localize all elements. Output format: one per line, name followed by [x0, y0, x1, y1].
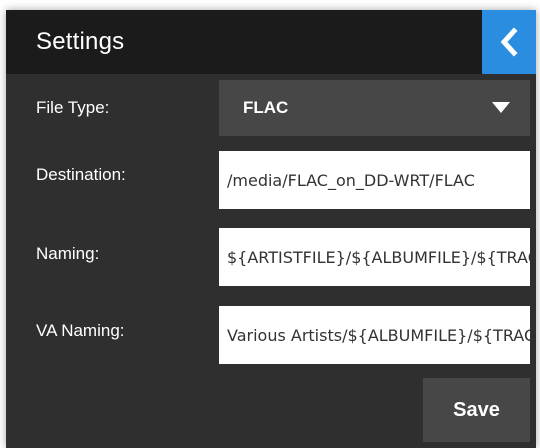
destination-label: Destination: — [36, 165, 126, 184]
va-naming-label: VA Naming: — [36, 321, 125, 340]
panel-title: Settings — [36, 28, 125, 55]
collapse-button[interactable] — [482, 10, 536, 74]
save-button[interactable]: Save — [423, 378, 530, 442]
naming-input[interactable] — [219, 228, 530, 286]
dropdown-arrow-icon — [492, 102, 510, 113]
file-type-select[interactable]: FLAC — [219, 80, 530, 136]
file-type-label: File Type: — [36, 98, 110, 117]
settings-header: Settings — [6, 10, 536, 74]
destination-input[interactable] — [219, 151, 530, 209]
va-naming-input[interactable] — [219, 306, 530, 364]
settings-panel: Settings File Type: FLAC Destination: Na… — [6, 10, 536, 448]
chevron-left-icon — [500, 27, 518, 57]
file-type-value: FLAC — [243, 98, 289, 117]
naming-label: Naming: — [36, 244, 100, 263]
